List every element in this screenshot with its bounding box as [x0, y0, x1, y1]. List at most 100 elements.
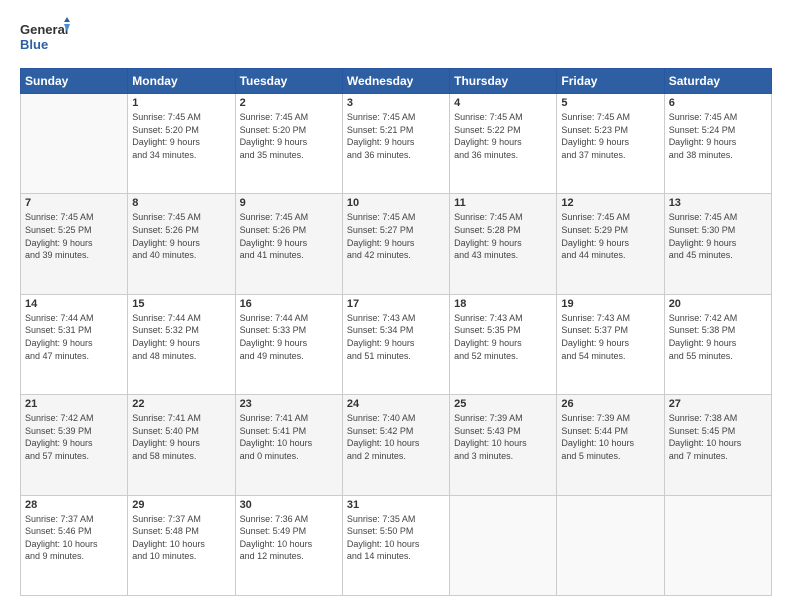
day-info: Sunrise: 7:45 AMSunset: 5:29 PMDaylight:…: [561, 211, 659, 261]
day-info: Sunrise: 7:41 AMSunset: 5:41 PMDaylight:…: [240, 412, 338, 462]
day-info: Sunrise: 7:39 AMSunset: 5:43 PMDaylight:…: [454, 412, 552, 462]
calendar-cell: 9Sunrise: 7:45 AMSunset: 5:26 PMDaylight…: [235, 194, 342, 294]
day-number: 3: [347, 97, 445, 109]
day-number: 27: [669, 398, 767, 410]
day-number: 21: [25, 398, 123, 410]
calendar-header-row: SundayMondayTuesdayWednesdayThursdayFrid…: [21, 69, 772, 94]
calendar-table: SundayMondayTuesdayWednesdayThursdayFrid…: [20, 68, 772, 596]
day-number: 14: [25, 298, 123, 310]
week-row-1: 7 Sunrise: 7:45 AMSunset: 5:25 PMDaylight…: [21, 194, 772, 294]
logo: General Blue: [20, 16, 70, 58]
col-header-tuesday: Tuesday: [235, 69, 342, 94]
day-info: Sunrise: 7:40 AMSunset: 5:42 PMDaylight:…: [347, 412, 445, 462]
day-info: Sunrise: 7:42 AMSunset: 5:38 PMDaylight:…: [669, 312, 767, 362]
day-number: 18: [454, 298, 552, 310]
day-number: 7: [25, 197, 123, 209]
calendar-cell: 22 Sunrise: 7:41 AMSunset: 5:40 PMDayligh…: [128, 395, 235, 495]
day-info: Sunrise: 7:45 AMSunset: 5:22 PMDaylight:…: [454, 111, 552, 161]
day-info: Sunrise: 7:44 AMSunset: 5:33 PMDaylight:…: [240, 312, 338, 362]
week-row-3: 21 Sunrise: 7:42 AMSunset: 5:39 PMDayligh…: [21, 395, 772, 495]
day-number: 29: [132, 499, 230, 511]
day-number: 19: [561, 298, 659, 310]
day-number: 24: [347, 398, 445, 410]
calendar-cell: 14 Sunrise: 7:44 AMSunset: 5:31 PMDayligh…: [21, 294, 128, 394]
calendar-cell: 8 Sunrise: 7:45 AMSunset: 5:26 PMDaylight…: [128, 194, 235, 294]
week-row-4: 28 Sunrise: 7:37 AMSunset: 5:46 PMDayligh…: [21, 495, 772, 595]
day-info: Sunrise: 7:43 AMSunset: 5:37 PMDaylight:…: [561, 312, 659, 362]
calendar-cell: 6Sunrise: 7:45 AMSunset: 5:24 PMDaylight…: [664, 94, 771, 194]
day-number: 17: [347, 298, 445, 310]
calendar-cell: [664, 495, 771, 595]
day-info: Sunrise: 7:45 AMSunset: 5:25 PMDaylight:…: [25, 211, 123, 261]
day-info: Sunrise: 7:37 AMSunset: 5:46 PMDaylight:…: [25, 513, 123, 563]
day-info: Sunrise: 7:45 AMSunset: 5:30 PMDaylight:…: [669, 211, 767, 261]
day-info: Sunrise: 7:45 AMSunset: 5:20 PMDaylight:…: [240, 111, 338, 161]
day-number: 8: [132, 197, 230, 209]
col-header-friday: Friday: [557, 69, 664, 94]
day-info: Sunrise: 7:42 AMSunset: 5:39 PMDaylight:…: [25, 412, 123, 462]
col-header-monday: Monday: [128, 69, 235, 94]
calendar-cell: 7 Sunrise: 7:45 AMSunset: 5:25 PMDaylight…: [21, 194, 128, 294]
day-info: Sunrise: 7:45 AMSunset: 5:20 PMDaylight:…: [132, 111, 230, 161]
calendar-cell: 20 Sunrise: 7:42 AMSunset: 5:38 PMDayligh…: [664, 294, 771, 394]
day-info: Sunrise: 7:35 AMSunset: 5:50 PMDaylight:…: [347, 513, 445, 563]
calendar-cell: 5 Sunrise: 7:45 AMSunset: 5:23 PMDaylight…: [557, 94, 664, 194]
calendar-cell: 17 Sunrise: 7:43 AMSunset: 5:34 PMDayligh…: [342, 294, 449, 394]
day-info: Sunrise: 7:43 AMSunset: 5:34 PMDaylight:…: [347, 312, 445, 362]
calendar-cell: 19 Sunrise: 7:43 AMSunset: 5:37 PMDayligh…: [557, 294, 664, 394]
day-number: 20: [669, 298, 767, 310]
calendar-cell: 21 Sunrise: 7:42 AMSunset: 5:39 PMDayligh…: [21, 395, 128, 495]
calendar-cell: 31 Sunrise: 7:35 AMSunset: 5:50 PMDayligh…: [342, 495, 449, 595]
day-info: Sunrise: 7:45 AMSunset: 5:27 PMDaylight:…: [347, 211, 445, 261]
col-header-sunday: Sunday: [21, 69, 128, 94]
calendar-cell: 11Sunrise: 7:45 AMSunset: 5:28 PMDayligh…: [450, 194, 557, 294]
calendar-cell: 25 Sunrise: 7:39 AMSunset: 5:43 PMDayligh…: [450, 395, 557, 495]
calendar-cell: [557, 495, 664, 595]
calendar-cell: 13 Sunrise: 7:45 AMSunset: 5:30 PMDayligh…: [664, 194, 771, 294]
day-number: 26: [561, 398, 659, 410]
calendar-cell: 12Sunrise: 7:45 AMSunset: 5:29 PMDayligh…: [557, 194, 664, 294]
day-number: 23: [240, 398, 338, 410]
day-info: Sunrise: 7:45 AMSunset: 5:23 PMDaylight:…: [561, 111, 659, 161]
day-number: 13: [669, 197, 767, 209]
calendar-cell: 30Sunrise: 7:36 AMSunset: 5:49 PMDayligh…: [235, 495, 342, 595]
week-row-2: 14 Sunrise: 7:44 AMSunset: 5:31 PMDayligh…: [21, 294, 772, 394]
calendar-cell: 18 Sunrise: 7:43 AMSunset: 5:35 PMDayligh…: [450, 294, 557, 394]
day-info: Sunrise: 7:43 AMSunset: 5:35 PMDaylight:…: [454, 312, 552, 362]
svg-text:General: General: [20, 22, 68, 37]
day-info: Sunrise: 7:38 AMSunset: 5:45 PMDaylight:…: [669, 412, 767, 462]
day-number: 5: [561, 97, 659, 109]
day-info: Sunrise: 7:37 AMSunset: 5:48 PMDaylight:…: [132, 513, 230, 563]
day-info: Sunrise: 7:45 AMSunset: 5:28 PMDaylight:…: [454, 211, 552, 261]
day-info: Sunrise: 7:45 AMSunset: 5:21 PMDaylight:…: [347, 111, 445, 161]
week-row-0: 1 Sunrise: 7:45 AMSunset: 5:20 PMDaylight…: [21, 94, 772, 194]
calendar-cell: 3 Sunrise: 7:45 AMSunset: 5:21 PMDaylight…: [342, 94, 449, 194]
day-info: Sunrise: 7:41 AMSunset: 5:40 PMDaylight:…: [132, 412, 230, 462]
calendar-cell: 4 Sunrise: 7:45 AMSunset: 5:22 PMDaylight…: [450, 94, 557, 194]
calendar-cell: 16 Sunrise: 7:44 AMSunset: 5:33 PMDayligh…: [235, 294, 342, 394]
calendar-cell: 2Sunrise: 7:45 AMSunset: 5:20 PMDaylight…: [235, 94, 342, 194]
day-number: 16: [240, 298, 338, 310]
day-number: 1: [132, 97, 230, 109]
day-number: 22: [132, 398, 230, 410]
day-info: Sunrise: 7:45 AMSunset: 5:26 PMDaylight:…: [132, 211, 230, 261]
day-number: 28: [25, 499, 123, 511]
calendar-cell: [21, 94, 128, 194]
calendar-cell: 29 Sunrise: 7:37 AMSunset: 5:48 PMDayligh…: [128, 495, 235, 595]
logo-svg: General Blue: [20, 16, 70, 58]
calendar-page: General Blue SundayMondayTuesdayWednesda…: [0, 0, 792, 612]
day-info: Sunrise: 7:45 AMSunset: 5:24 PMDaylight:…: [669, 111, 767, 161]
day-number: 25: [454, 398, 552, 410]
day-info: Sunrise: 7:39 AMSunset: 5:44 PMDaylight:…: [561, 412, 659, 462]
calendar-cell: 10Sunrise: 7:45 AMSunset: 5:27 PMDayligh…: [342, 194, 449, 294]
calendar-cell: 15Sunrise: 7:44 AMSunset: 5:32 PMDayligh…: [128, 294, 235, 394]
day-number: 4: [454, 97, 552, 109]
header: General Blue: [20, 16, 772, 58]
col-header-wednesday: Wednesday: [342, 69, 449, 94]
day-number: 31: [347, 499, 445, 511]
calendar-cell: 1 Sunrise: 7:45 AMSunset: 5:20 PMDaylight…: [128, 94, 235, 194]
calendar-cell: 24 Sunrise: 7:40 AMSunset: 5:42 PMDayligh…: [342, 395, 449, 495]
day-info: Sunrise: 7:44 AMSunset: 5:31 PMDaylight:…: [25, 312, 123, 362]
calendar-cell: 23 Sunrise: 7:41 AMSunset: 5:41 PMDayligh…: [235, 395, 342, 495]
svg-text:Blue: Blue: [20, 37, 48, 52]
